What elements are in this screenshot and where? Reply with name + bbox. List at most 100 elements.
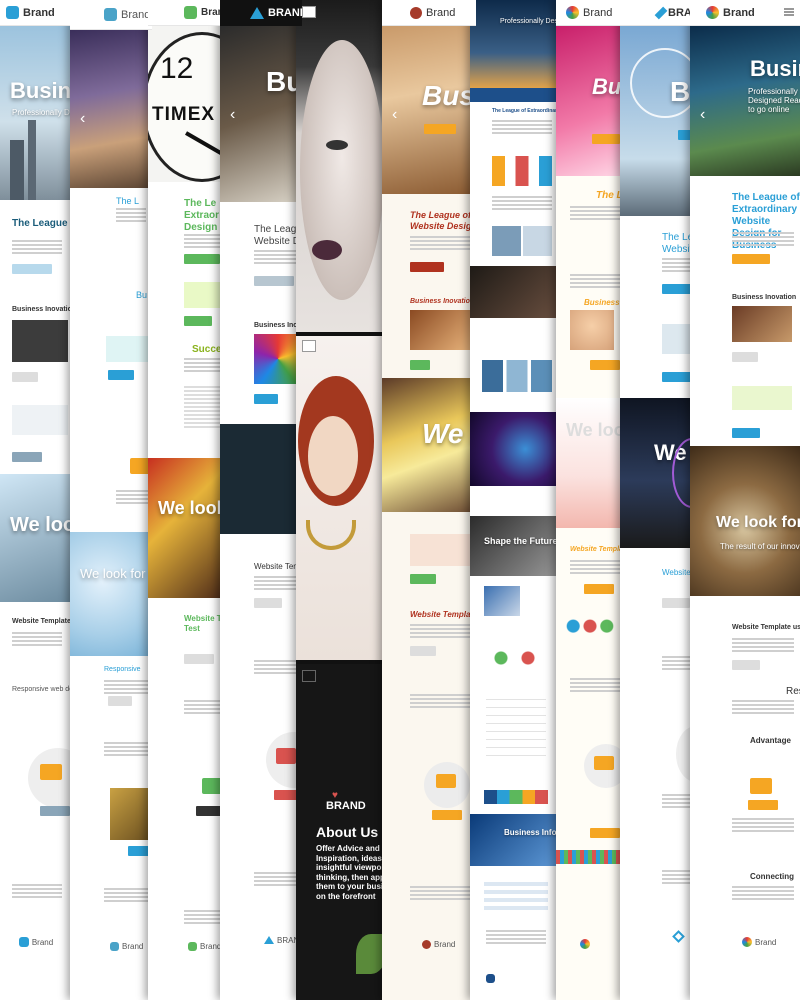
card-icon [202,778,222,794]
menu-icon[interactable] [302,670,316,682]
cta-button[interactable] [108,370,134,380]
cta-button[interactable] [592,134,620,144]
paragraph-lines [116,208,146,210]
icon-row [492,156,552,186]
cta-button[interactable] [184,254,220,264]
cta-button[interactable] [424,124,456,134]
cta-button[interactable] [254,276,294,286]
paragraph-lines [410,694,470,696]
purple-photo [470,412,562,486]
footer-brand: Brand [434,939,456,949]
girl-hero: Business [556,26,626,176]
menu-icon[interactable] [784,8,794,16]
cta-button[interactable] [732,254,770,264]
template-preview-10[interactable]: Brand Business Professionally Designed R… [690,0,800,1000]
prev-arrow-icon[interactable]: ‹ [392,106,397,124]
laptop-hero: We look for [0,474,72,602]
template-preview-3[interactable]: Brand 12 TIMEX The LeExtraorDesign fo Su… [148,0,226,1000]
clock-hero: 12 TIMEX [148,26,226,182]
read-more-button[interactable] [108,696,132,706]
thumbnail-grid [482,360,552,392]
paragraph-lines [570,206,620,208]
notebook-hero: Business ‹ [220,26,302,202]
client-work-button[interactable] [748,800,778,810]
brand-name: BRAND [268,7,302,19]
template-preview-5[interactable]: ♥ BRAND About Us Offer Advice and Inspir… [296,0,388,1000]
about-section: ♥ BRAND About Us Offer Advice and Inspir… [296,664,388,1000]
read-more-button[interactable] [410,360,430,370]
kids-illustration [556,850,626,864]
paragraph-lines [570,274,620,276]
submit-button[interactable] [662,372,692,382]
submit-button[interactable] [410,574,436,584]
read-more-button[interactable] [732,660,760,670]
template-preview-4[interactable]: BRAND Business ‹ The LeagWebsite De Busi… [220,0,302,1000]
hands-photo [484,586,520,616]
paragraph-lines [104,742,148,744]
hero-title: We look for [158,498,226,518]
client-work-button[interactable] [590,828,620,838]
read-more-button[interactable] [128,846,150,856]
submit-button[interactable] [12,452,42,462]
cake-hero: We look for [382,378,476,512]
brand-logo-icon [654,6,668,19]
paragraph-lines [12,632,62,634]
dark-photo [470,266,562,318]
highlight-box [106,336,152,362]
menu-icon[interactable] [302,340,316,352]
abstract-hero: We look for [70,532,152,656]
read-more-button[interactable] [410,646,436,656]
paragraph-lines [492,196,552,198]
footer-logo-icon [486,973,495,983]
menu-icon[interactable] [302,6,316,18]
read-more-button[interactable] [184,654,214,664]
read-more-button[interactable] [254,394,278,404]
template-preview-9[interactable]: BRAND Business The LeaWebsite We l Websi… [620,0,696,1000]
hero-image: Business Professionally Designed Ready t… [0,26,72,200]
section-title: Business Inovation [732,294,797,301]
section-title: Business Inovati [254,322,302,329]
paragraph-lines [184,358,222,360]
hero-subtitle: Professionally Designed Ready to go onli… [12,108,72,117]
section-title: The L [596,190,623,201]
read-more-button[interactable] [584,584,614,594]
read-more-button[interactable] [254,598,282,608]
read-more-button[interactable] [590,360,620,370]
night-hero: We l [620,398,696,548]
template-preview-2[interactable]: Brand ‹ The L Bu We look for Responsive … [70,0,152,1000]
template-preview-7[interactable]: Professionally Designed Ready to go onli… [470,0,562,1000]
prev-arrow-icon[interactable]: ‹ [230,106,235,124]
hero-title: Business [750,56,800,81]
hero-image: ‹ [70,30,152,188]
client-work-button[interactable] [432,810,462,820]
paragraph-lines [492,120,552,122]
read-more-button[interactable] [184,316,212,326]
model-hero-top [296,0,388,332]
prev-arrow-icon[interactable]: ‹ [700,106,705,124]
section-title: The Leag Website De [254,224,302,247]
footer-logo-icon [742,937,752,947]
clock-number: 12 [160,52,194,85]
read-more-button[interactable] [732,352,758,362]
table-block [486,696,546,756]
cta-button[interactable] [12,264,52,274]
site-footer: Brand [690,920,800,964]
client-work-button[interactable] [40,806,70,816]
hero-subtitle: Shape the Future [484,536,558,546]
template-preview-1[interactable]: Brand Business Professionally Designed R… [0,0,72,1000]
section-title: The League of Extraordinary Website Desi… [12,218,72,229]
submit-button[interactable] [732,428,760,438]
brand-logo-icon [410,6,422,19]
read-more-button[interactable] [662,598,690,608]
template-preview-6[interactable]: Brand Business ‹ The League of ExtraoWeb… [382,0,476,1000]
newspaper-thumbnail [184,386,224,428]
template-preview-8[interactable]: Brand Business The L Business Inn We loo… [556,0,626,1000]
section-title: The League of Extraordinary Website Desi… [732,192,800,251]
cta-button[interactable] [410,262,444,272]
cafe-thumbnail [410,310,470,350]
site-header: BRAND [620,0,696,26]
read-more-button[interactable] [12,372,38,382]
prev-arrow-icon[interactable]: ‹ [80,110,85,128]
site-footer: Brand [70,924,152,968]
about-title: About Us [316,824,379,840]
